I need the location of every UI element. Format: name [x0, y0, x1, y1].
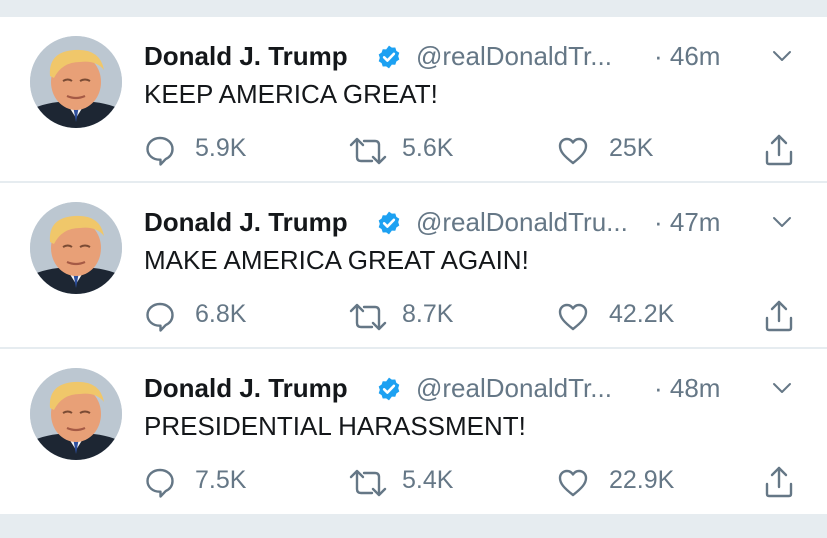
reply-count: 6.8K: [195, 300, 247, 328]
chevron-down-icon[interactable]: [770, 380, 794, 396]
retweet-count: 5.6K: [402, 134, 454, 162]
retweet-icon: [348, 467, 388, 499]
tweet-card[interactable]: Donald J. Trump @realDonaldTr... · 48m P…: [0, 349, 827, 514]
author-name[interactable]: Donald J. Trump: [144, 39, 348, 73]
like-count: 22.9K: [609, 466, 675, 494]
reply-icon: [144, 301, 176, 333]
avatar[interactable]: [30, 36, 122, 128]
author-handle[interactable]: @realDonaldTr...: [416, 371, 612, 405]
share-icon: [763, 299, 795, 333]
like-count: 25K: [609, 134, 654, 162]
tweet-card[interactable]: Donald J. Trump @realDonaldTr... · 46m K…: [0, 17, 827, 183]
tweet-text: MAKE AMERICA GREAT AGAIN!: [144, 245, 529, 275]
like-count: 42.2K: [609, 300, 675, 328]
verified-badge-icon: [376, 44, 402, 70]
tweet-header: Donald J. Trump @realDonaldTr... · 48m: [144, 371, 807, 405]
tweet-timeline: Donald J. Trump @realDonaldTr... · 46m K…: [0, 17, 827, 514]
retweet-count: 8.7K: [402, 300, 454, 328]
verified-badge-icon: [376, 376, 402, 402]
heart-icon: [557, 467, 589, 499]
verified-badge-icon: [376, 210, 402, 236]
retweet-count: 5.4K: [402, 466, 454, 494]
retweet-icon: [348, 301, 388, 333]
reply-count: 5.9K: [195, 134, 247, 162]
tweet-card[interactable]: Donald J. Trump @realDonaldTru... · 47m …: [0, 183, 827, 349]
tweet-actions: 6.8K 8.7K 42.2K: [144, 295, 804, 335]
retweet-icon: [348, 135, 388, 167]
reply-count: 7.5K: [195, 466, 247, 494]
tweet-header: Donald J. Trump @realDonaldTr... · 46m: [144, 39, 807, 73]
avatar[interactable]: [30, 202, 122, 294]
avatar[interactable]: [30, 368, 122, 460]
chevron-down-icon[interactable]: [770, 214, 794, 230]
share-icon: [763, 133, 795, 167]
tweet-text: KEEP AMERICA GREAT!: [144, 79, 438, 109]
author-handle[interactable]: @realDonaldTr...: [416, 39, 612, 73]
tweet-timestamp[interactable]: · 46m: [654, 39, 720, 73]
heart-icon: [557, 135, 589, 167]
tweet-actions: 5.9K 5.6K 25K: [144, 129, 804, 169]
author-name[interactable]: Donald J. Trump: [144, 371, 348, 405]
author-name[interactable]: Donald J. Trump: [144, 205, 348, 239]
reply-icon: [144, 467, 176, 499]
tweet-header: Donald J. Trump @realDonaldTru... · 47m: [144, 205, 807, 239]
tweet-text: PRESIDENTIAL HARASSMENT!: [144, 411, 526, 441]
tweet-timestamp[interactable]: · 47m: [654, 205, 720, 239]
author-handle[interactable]: @realDonaldTru...: [416, 205, 628, 239]
heart-icon: [557, 301, 589, 333]
reply-icon: [144, 135, 176, 167]
share-icon: [763, 465, 795, 499]
tweet-timestamp[interactable]: · 48m: [654, 371, 720, 405]
tweet-actions: 7.5K 5.4K 22.9K: [144, 461, 804, 501]
chevron-down-icon[interactable]: [770, 48, 794, 64]
